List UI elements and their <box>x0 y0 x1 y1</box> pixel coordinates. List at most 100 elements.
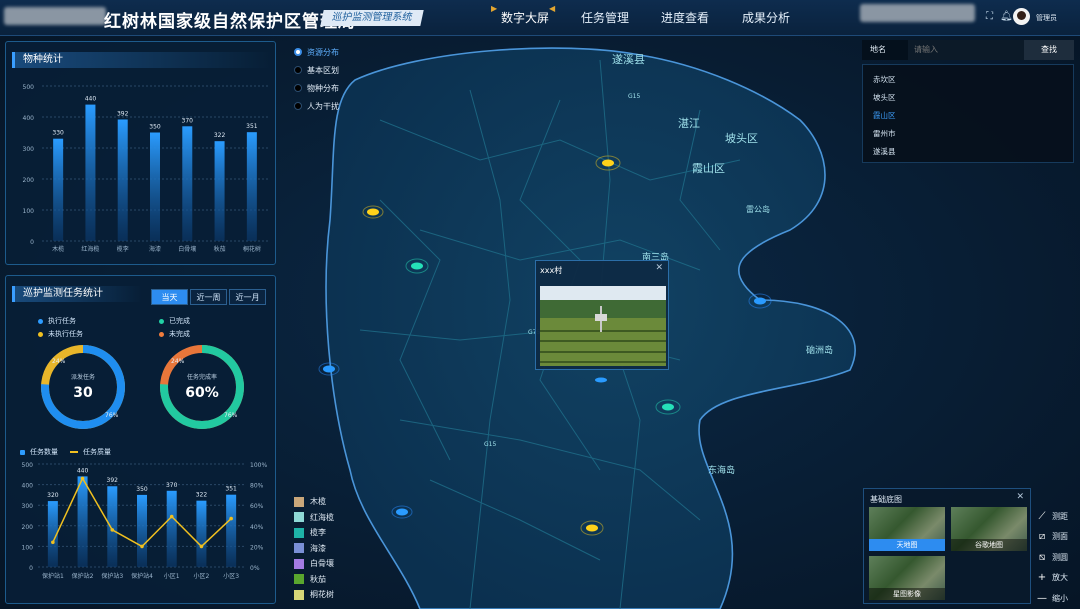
data-label: 440 <box>85 96 97 103</box>
zoom-out-tool[interactable]: — 缩小 <box>1036 588 1068 609</box>
resource-item[interactable]: 基本区划 <box>294 61 339 79</box>
x-tick-label: 保护站4 <box>131 572 153 580</box>
y-tick-label: 500 <box>22 462 34 469</box>
bar <box>166 490 177 567</box>
patrol-panel: 巡护监测任务统计 当天 近一周 近一月 执行任务 未执行任务 已完成 未完成 派… <box>5 275 276 604</box>
y-tick-label: 500 <box>23 84 35 91</box>
basemap-satellite[interactable]: 星图影像 <box>869 556 945 600</box>
legend-swatch <box>294 543 304 554</box>
x-tick-label: 桐花树 <box>243 245 261 253</box>
map-marker[interactable] <box>595 377 607 383</box>
y2-tick-label: 60% <box>250 503 264 510</box>
resource-item[interactable]: 资源分布 <box>294 43 339 61</box>
blurred-logo <box>4 7 106 25</box>
legend-swatch <box>294 558 304 569</box>
map-tools: ⟋ 测距 ⧄ 测面 ⧅ 测圆 + 放大 — 缩小 <box>1036 506 1068 609</box>
system-badge: 巡护监测管理系统 <box>320 10 424 26</box>
legend-label: 榄李 <box>310 528 326 538</box>
district-item[interactable]: 雷州市 <box>873 125 1073 143</box>
legend-swatch <box>294 589 304 600</box>
period-tabs: 当天 近一周 近一月 <box>151 289 266 305</box>
search-label: 地名 <box>862 40 908 60</box>
district-item[interactable]: 坡头区 <box>873 89 1073 107</box>
species-legend-item[interactable]: 桐花树 <box>294 587 334 603</box>
dispatched-donut-pct-b: 76% <box>105 412 119 419</box>
search-button[interactable]: 查找 <box>1024 40 1074 60</box>
map-label: 湛江 <box>678 117 700 130</box>
map-label: G15 <box>628 93 640 100</box>
x-tick-label: 海漆 <box>149 245 161 253</box>
basemap-google[interactable]: 谷歌地图 <box>951 507 1027 551</box>
legend-label: 白骨壤 <box>310 559 334 569</box>
measure-circle-tool[interactable]: ⧅ 测圆 <box>1036 547 1068 568</box>
map-label: 硇洲岛 <box>806 344 833 356</box>
avatar[interactable] <box>1013 8 1030 25</box>
y2-tick-label: 0% <box>250 565 260 572</box>
close-icon[interactable]: ✕ <box>655 263 663 273</box>
task-combo-chart: 0 0% 100 20% 200 40% 300 60% 400 80% 500 100% 320 保护站… <box>22 462 268 580</box>
arrow-right-icon: ▶ <box>491 4 498 13</box>
dispatched-donut-pct-a: 24% <box>52 358 66 365</box>
completion-donut-pct-a: 24% <box>171 358 185 365</box>
y-tick-label: 0 <box>30 239 34 246</box>
district-item[interactable]: 霞山区 <box>873 107 1073 125</box>
y2-tick-label: 80% <box>250 483 264 490</box>
resource-menu: 资源分布 基本区划 物种分布 人为干扰 <box>294 43 339 115</box>
tab-week[interactable]: 近一周 <box>190 289 227 305</box>
x-tick-label: 秋茄 <box>214 245 226 253</box>
data-label: 350 <box>149 124 161 131</box>
quality-point <box>199 544 204 549</box>
data-label: 322 <box>196 492 208 499</box>
user-name[interactable]: 管理员 <box>1036 13 1057 23</box>
tab-today[interactable]: 当天 <box>151 289 188 305</box>
dispatched-donut-label: 派发任务 <box>71 373 95 381</box>
species-legend-item[interactable]: 白骨壤 <box>294 556 334 572</box>
polygon-icon: ⧄ <box>1038 531 1046 543</box>
basemap-panel: 基础底图 ✕ 天地图 谷歌地图 星图影像 <box>863 488 1031 604</box>
legend-label: 红海榄 <box>310 512 334 522</box>
x-tick-label: 白骨壤 <box>178 245 196 253</box>
bar <box>196 500 207 567</box>
map-label: 遂溪县 <box>612 52 645 66</box>
minus-icon: — <box>1037 592 1047 604</box>
fullscreen-icon[interactable]: ⛶ <box>986 11 993 22</box>
plus-icon: + <box>1037 572 1047 584</box>
zoom-in-tool[interactable]: + 放大 <box>1036 568 1068 589</box>
search-input[interactable] <box>908 40 1024 60</box>
quality-point <box>110 528 115 532</box>
species-legend-item[interactable]: 海漆 <box>294 541 334 557</box>
species-legend-item[interactable]: 红海榄 <box>294 510 334 526</box>
nav-result-analysis[interactable]: 成果分析 <box>742 9 790 26</box>
nav-progress[interactable]: 进度查看 <box>661 9 709 26</box>
species-legend-item[interactable]: 木榄 <box>294 494 334 510</box>
blurred-area <box>860 4 975 22</box>
bell-icon[interactable]: 🔔︎ <box>1000 11 1013 22</box>
nav-task-management[interactable]: 任务管理 <box>581 9 629 26</box>
district-item[interactable]: 遂溪县 <box>873 143 1073 161</box>
legend-label: 海漆 <box>310 543 326 553</box>
y-tick-label: 300 <box>23 146 35 153</box>
data-label: 370 <box>182 117 194 124</box>
legend-label: 木榄 <box>310 497 326 507</box>
x-tick-label: 保护站3 <box>101 572 123 580</box>
dispatched-donut-value: 30 <box>73 385 93 401</box>
legend-not-executed: 未执行任务 <box>38 329 83 339</box>
tab-month[interactable]: 近一月 <box>229 289 266 305</box>
legend-swatch <box>294 496 304 507</box>
district-item[interactable]: 赤坎区 <box>873 71 1073 89</box>
bar <box>85 104 96 241</box>
app-title: 红树林国家级自然保护区管理局 <box>104 12 356 32</box>
resource-item[interactable]: 物种分布 <box>294 79 339 97</box>
basemap-tianditu[interactable]: 天地图 <box>869 507 945 551</box>
species-legend-item[interactable]: 榄李 <box>294 525 334 541</box>
measure-area-tool[interactable]: ⧄ 测面 <box>1036 527 1068 548</box>
measure-distance-tool[interactable]: ⟋ 测距 <box>1036 506 1069 527</box>
data-label: 440 <box>77 467 89 474</box>
y-tick-label: 100 <box>22 544 34 551</box>
resource-item[interactable]: 人为干扰 <box>294 97 339 115</box>
species-legend-item[interactable]: 秋茄 <box>294 572 334 588</box>
legend-executed: 执行任务 <box>38 316 76 326</box>
nav-digital-screen[interactable]: 数字大屏 <box>501 9 549 26</box>
bar <box>137 494 147 567</box>
close-icon[interactable]: ✕ <box>1016 492 1024 502</box>
